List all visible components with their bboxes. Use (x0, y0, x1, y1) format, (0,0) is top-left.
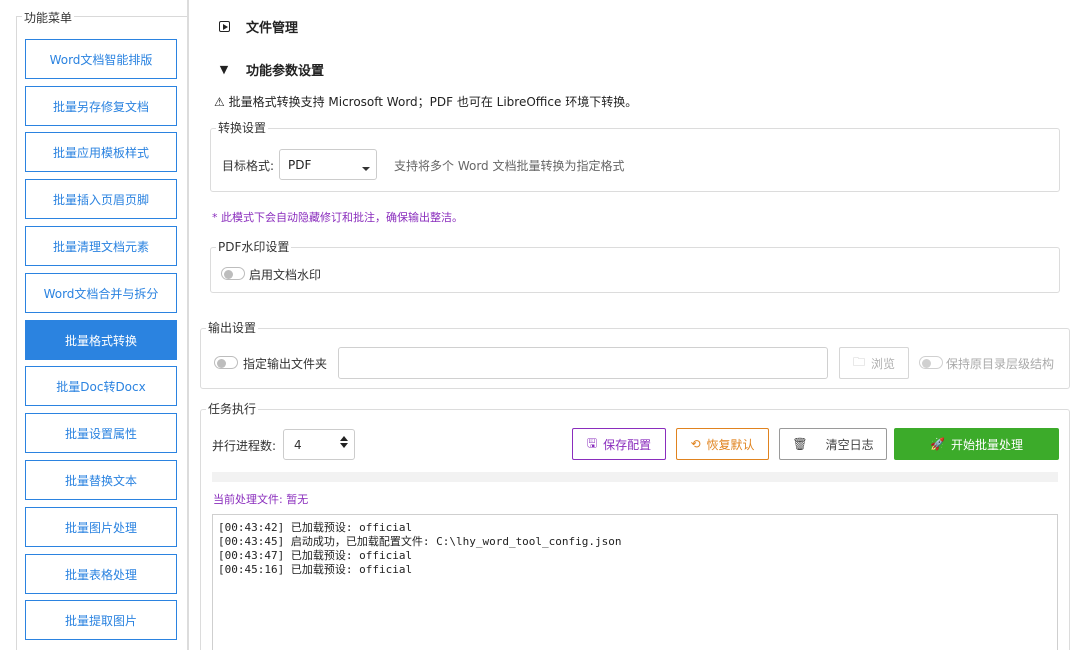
save-config-label: 保存配置 (603, 437, 652, 452)
sidebar-item-apply-template[interactable]: 批量应用模板样式 (25, 132, 177, 172)
log-line: [00:43:47] 已加载预设: official (218, 549, 413, 562)
sidebar-item-extract-images[interactable]: 批量提取图片 (25, 600, 177, 640)
restore-icon: ⟲ (690, 437, 701, 451)
support-notice: ⚠ 批量格式转换支持 Microsoft Word；PDF 也可在 LibreO… (214, 95, 638, 109)
collapse-arrow-icon: ▼ (219, 63, 229, 76)
browse-label: 浏览 (871, 356, 896, 371)
target-format-label: 目标格式: (222, 159, 275, 173)
sidebar-item-doc-to-docx[interactable]: 批量Doc转Docx (25, 366, 177, 406)
parallel-spinbox[interactable]: 4 (283, 429, 355, 460)
rocket-icon: 🚀 (930, 437, 945, 451)
watermark-toggle[interactable] (221, 267, 245, 280)
target-format-select[interactable]: PDF (279, 149, 377, 180)
mode-note: * 此模式下会自动隐藏修订和批注，确保输出整洁。 (212, 211, 463, 224)
folder-icon: 🗀 (852, 354, 865, 369)
progress-bar (212, 472, 1058, 482)
watermark-group (210, 247, 1060, 293)
section-param-settings[interactable]: ▼ 功能参数设置 (218, 60, 324, 79)
dropdown-caret-icon (362, 167, 370, 171)
convert-hint: 支持将多个 Word 文档批量转换为指定格式 (394, 159, 625, 173)
restore-default-label: 恢复默认 (706, 437, 755, 452)
sidebar-item-merge-split[interactable]: Word文档合并与拆分 (25, 273, 177, 313)
start-batch-label: 开始批量处理 (950, 437, 1023, 452)
sidebar-item-image-process[interactable]: 批量图片处理 (25, 507, 177, 547)
output-folder-toggle[interactable] (214, 356, 238, 369)
sidebar-item-set-properties[interactable]: 批量设置属性 (25, 413, 177, 453)
clear-log-button[interactable]: 🗑 清空日志 (779, 428, 887, 460)
restore-default-button[interactable]: ⟲ 恢复默认 (676, 428, 769, 460)
sidebar-item-header-footer[interactable]: 批量插入页眉页脚 (25, 179, 177, 219)
save-config-button[interactable]: 🖫 保存配置 (572, 428, 666, 460)
sidebar-item-format-convert[interactable]: 批量格式转换 (25, 320, 177, 360)
task-legend: 任务执行 (206, 400, 259, 417)
sidebar-item-smart-layout[interactable]: Word文档智能排版 (25, 39, 177, 79)
output-settings-legend: 输出设置 (206, 319, 259, 336)
section-param-settings-label: 功能参数设置 (246, 64, 325, 79)
sidebar-item-save-repair[interactable]: 批量另存修复文档 (25, 86, 177, 126)
sidebar-item-table-process[interactable]: 批量表格处理 (25, 554, 177, 594)
spin-arrows-icon[interactable] (340, 436, 348, 448)
keep-structure-toggle[interactable] (919, 356, 943, 369)
log-line: [00:43:45] 启动成功，已加载配置文件: C:\lhy_word_too… (218, 535, 622, 548)
parallel-value: 4 (294, 437, 302, 452)
current-file-status: 当前处理文件: 暂无 (213, 493, 309, 506)
clear-log-label: 清空日志 (825, 437, 874, 452)
sidebar-item-replace-text[interactable]: 批量替换文本 (25, 460, 177, 500)
parallel-label: 并行进程数: (212, 439, 277, 453)
sidebar-divider (187, 0, 189, 650)
section-file-manage[interactable]: 文件管理 (218, 17, 298, 36)
keep-structure-label: 保持原目录层级结构 (946, 357, 1055, 371)
watermark-legend: PDF水印设置 (216, 238, 292, 255)
log-output[interactable]: [00:43:42] 已加载预设: official [00:43:45] 启动… (212, 514, 1058, 650)
save-icon: 🖫 (586, 435, 598, 450)
watermark-toggle-label: 启用文档水印 (249, 268, 322, 282)
start-batch-button[interactable]: 🚀 开始批量处理 (894, 428, 1059, 460)
trash-icon: 🗑 (792, 437, 808, 451)
log-line: [00:43:42] 已加载预设: official (218, 521, 413, 534)
output-folder-input[interactable] (338, 347, 828, 379)
output-folder-label: 指定输出文件夹 (243, 357, 328, 371)
target-format-value: PDF (288, 157, 312, 172)
convert-settings-legend: 转换设置 (216, 119, 269, 136)
section-file-manage-label: 文件管理 (246, 21, 299, 36)
browse-button[interactable]: 🗀 浏览 (839, 347, 909, 379)
sidebar-item-clean-elements[interactable]: 批量清理文档元素 (25, 226, 177, 266)
expand-arrow-icon (218, 21, 230, 32)
log-line: [00:45:16] 已加载预设: official (218, 563, 413, 576)
sidebar-title: 功能菜单 (22, 9, 75, 26)
